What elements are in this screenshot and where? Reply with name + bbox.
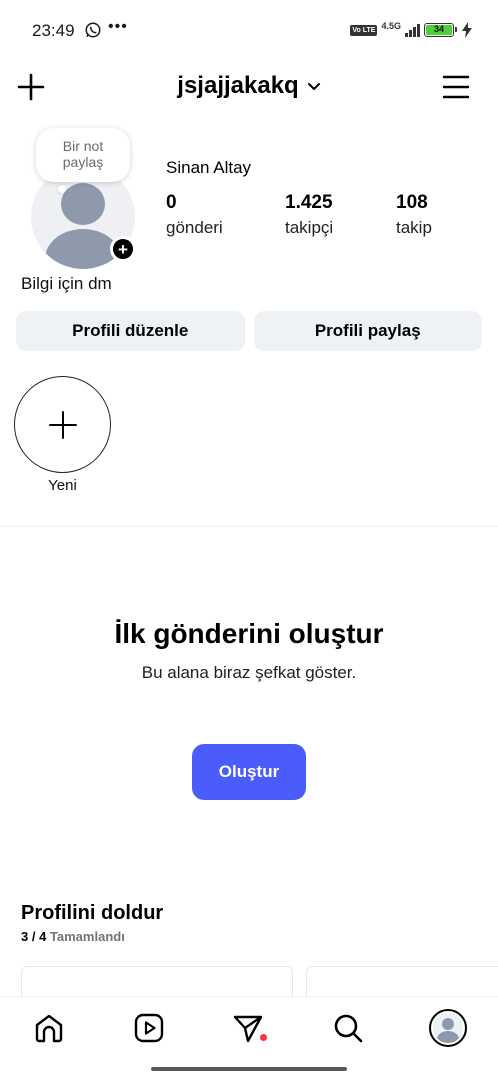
whatsapp-icon (85, 22, 101, 38)
account-switcher[interactable]: jsjajjakakq (0, 72, 498, 100)
empty-state-title: İlk gönderini oluştur (114, 618, 384, 649)
progress-status: Tamamlandı (49, 929, 125, 944)
home-icon (35, 1014, 63, 1043)
plus-icon (48, 410, 77, 439)
status-more-icon: ••• (108, 18, 128, 35)
posts-stat[interactable]: 0 gönderi (166, 192, 223, 238)
posts-label: gönderi (166, 218, 223, 237)
posts-count: 0 (166, 192, 177, 213)
charging-icon (462, 22, 472, 38)
send-icon (233, 1015, 263, 1043)
reels-icon (134, 1013, 164, 1043)
bio: Bilgi için dm (21, 274, 112, 293)
edit-profile-button[interactable]: Profili düzenle (16, 311, 245, 351)
network-type: 4.5G (381, 20, 401, 31)
nav-home[interactable] (32, 1011, 66, 1045)
status-indicators: Vo LTE 4.5G 34 (350, 20, 472, 40)
create-post-button[interactable]: Oluştur (192, 744, 306, 800)
note-bubble-tail (58, 185, 66, 193)
following-count: 108 (396, 192, 428, 213)
share-profile-button[interactable]: Profili paylaş (253, 311, 482, 351)
notification-dot (260, 1034, 267, 1041)
status-time: 23:49 (32, 21, 75, 40)
following-stat[interactable]: 108 takip (396, 192, 432, 238)
followers-count: 1.425 (285, 192, 333, 213)
followers-label: takipçi (285, 218, 334, 237)
username: jsjajjakakq (177, 72, 299, 99)
volte-badge: Vo LTE (350, 24, 378, 36)
empty-state-subtitle: Bu alana biraz şefkat göster. (141, 663, 357, 682)
home-indicator[interactable] (151, 1067, 347, 1071)
share-note-bubble[interactable]: Bir not paylaş (36, 128, 130, 182)
battery-level: 34 (426, 25, 452, 35)
signal-icon (405, 23, 420, 37)
full-name: Sinan Altay (166, 158, 252, 177)
battery-icon: 34 (424, 23, 457, 37)
complete-profile-title: Profilini doldur (21, 902, 164, 924)
note-text-line1: Bir not (62, 138, 104, 154)
following-label: takip (396, 218, 432, 237)
search-icon (334, 1014, 363, 1043)
chevron-down-icon (307, 83, 320, 90)
status-bar: 23:49 ••• Vo LTE 4.5G 34 (0, 0, 498, 62)
progress-count: 3 / 4 (21, 929, 47, 944)
note-text-line2: paylaş (62, 154, 104, 170)
profile-avatar-icon (429, 1009, 467, 1047)
divider (0, 526, 498, 527)
complete-profile-progress: 3 / 4 Tamamlandı (21, 929, 125, 944)
nav-messages[interactable] (231, 1011, 265, 1045)
followers-stat[interactable]: 1.425 takipçi (285, 192, 333, 238)
add-story-plus-icon[interactable]: + (110, 236, 136, 262)
new-highlight-label: Yeni (48, 477, 77, 494)
new-highlight-button[interactable] (14, 376, 111, 473)
profile-action-buttons: Profili düzenle Profili paylaş (16, 311, 482, 351)
nav-profile[interactable] (428, 1008, 468, 1048)
profile-header: jsjajjakakq (0, 62, 498, 116)
menu-icon[interactable] (442, 74, 470, 100)
nav-search[interactable] (331, 1011, 365, 1045)
nav-reels[interactable] (132, 1011, 166, 1045)
